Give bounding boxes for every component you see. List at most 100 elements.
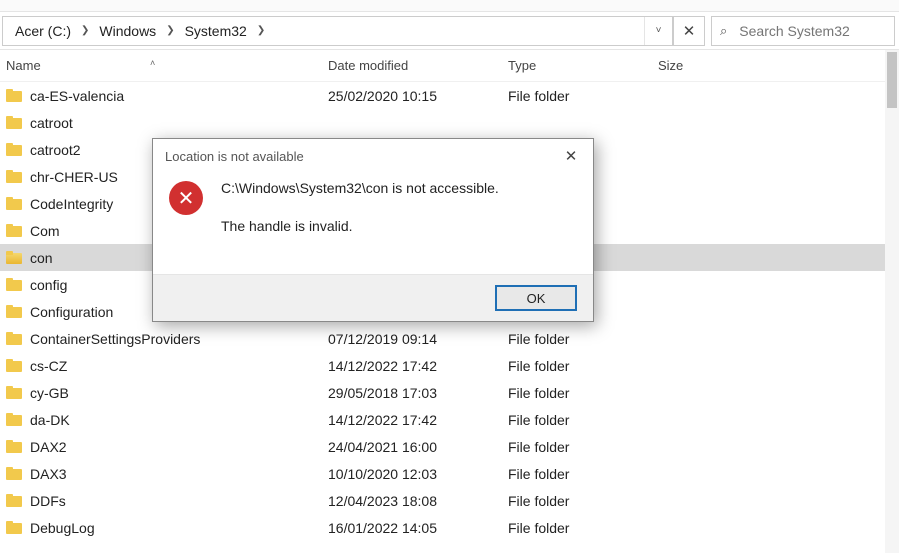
address-bar[interactable]: Acer (C:) ❯ Windows ❯ System32 ❯ ˅ (2, 16, 673, 46)
table-row[interactable]: cy-GB 29/05/2018 17:03File folder (0, 379, 899, 406)
folder-icon (6, 116, 22, 129)
cell-name: DAX2 (0, 439, 320, 455)
table-row[interactable]: DDFs 12/04/2023 18:08File folder (0, 487, 899, 514)
folder-icon (6, 278, 22, 291)
folder-icon (6, 143, 22, 156)
file-name: DDFs (30, 493, 66, 509)
file-name: cy-GB (30, 385, 69, 401)
table-row[interactable]: DAX310/10/2020 12:03File folder (0, 460, 899, 487)
cell-name: DAX3 (0, 466, 320, 482)
vertical-scrollbar[interactable] (885, 50, 899, 553)
address-row: Acer (C:) ❯ Windows ❯ System32 ❯ ˅ ✕ ⌕ (0, 12, 899, 50)
file-name: da-DK (30, 412, 70, 428)
cell-name: ca-ES-valencia (0, 88, 320, 104)
folder-icon (6, 359, 22, 372)
cell-date: 24/04/2021 16:00 (320, 439, 500, 455)
cell-type: File folder (500, 439, 650, 455)
file-name: con (30, 250, 53, 266)
sort-indicator-icon: ˄ (150, 58, 155, 68)
file-name: catroot (30, 115, 73, 131)
folder-icon (6, 440, 22, 453)
folder-icon (6, 413, 22, 426)
cell-date: 07/12/2019 09:14 (320, 331, 500, 347)
folder-icon (6, 197, 22, 210)
error-icon: ✕ (169, 181, 203, 215)
dialog-text: C:\Windows\System32\con is not accessibl… (221, 179, 499, 254)
table-row[interactable]: ca-ES-valencia 25/02/2020 10:15File folde… (0, 82, 899, 109)
cell-date: 12/04/2023 18:08 (320, 493, 500, 509)
cell-name: catroot (0, 115, 320, 131)
cell-name: DebugLog (0, 520, 320, 536)
dialog-button-row: OK (153, 274, 593, 321)
chevron-right-icon[interactable]: ❯ (253, 25, 269, 36)
folder-icon (6, 251, 22, 264)
dialog-line2: The handle is invalid. (221, 217, 499, 237)
dialog-body: ✕ C:\Windows\System32\con is not accessi… (153, 173, 593, 274)
file-name: chr-CHER-US (30, 169, 118, 185)
cell-type: File folder (500, 385, 650, 401)
cell-type: File folder (500, 412, 650, 428)
table-row[interactable]: ContainerSettingsProviders 07/12/2019 09:… (0, 325, 899, 352)
file-name: DebugLog (30, 520, 95, 536)
cell-type: File folder (500, 493, 650, 509)
search-box[interactable]: ⌕ (711, 16, 895, 46)
cell-name: da-DK (0, 412, 320, 428)
folder-icon (6, 521, 22, 534)
file-name: Com (30, 223, 60, 239)
address-history-dropdown[interactable]: ˅ (644, 17, 672, 45)
cell-name: cs-CZ (0, 358, 320, 374)
file-name: catroot2 (30, 142, 81, 158)
folder-icon (6, 305, 22, 318)
file-name: ContainerSettingsProviders (30, 331, 200, 347)
chevron-right-icon[interactable]: ❯ (162, 25, 178, 36)
cell-type: File folder (500, 88, 650, 104)
file-name: DAX2 (30, 439, 67, 455)
breadcrumb-item[interactable]: System32 (179, 23, 253, 39)
table-row[interactable]: DebugLog16/01/2022 14:05File folder (0, 514, 899, 541)
cell-name: cy-GB (0, 385, 320, 401)
breadcrumb-item[interactable]: Acer (C:) (9, 23, 77, 39)
column-header-date[interactable]: Date modified (320, 52, 500, 79)
error-dialog: Location is not available ✕ ✕ C:\Windows… (152, 138, 594, 322)
table-row[interactable]: cs-CZ14/12/2022 17:42File folder (0, 352, 899, 379)
close-nav-button[interactable]: ✕ (673, 16, 705, 46)
file-name: cs-CZ (30, 358, 67, 374)
cell-date: 14/12/2022 17:42 (320, 412, 500, 428)
folder-icon (6, 467, 22, 480)
cell-name: ContainerSettingsProviders (0, 331, 320, 347)
table-row[interactable]: DAX2 24/04/2021 16:00File folder (0, 433, 899, 460)
folder-icon (6, 332, 22, 345)
ok-button[interactable]: OK (495, 285, 577, 311)
cell-date: 25/02/2020 10:15 (320, 88, 500, 104)
folder-icon (6, 494, 22, 507)
dialog-title: Location is not available (165, 149, 304, 164)
folder-icon (6, 224, 22, 237)
ribbon-remnant (0, 0, 899, 12)
dialog-line1: C:\Windows\System32\con is not accessibl… (221, 179, 499, 199)
dialog-titlebar[interactable]: Location is not available ✕ (153, 139, 593, 173)
cell-type: File folder (500, 520, 650, 536)
close-icon[interactable]: ✕ (551, 141, 591, 171)
cell-date: 29/05/2018 17:03 (320, 385, 500, 401)
column-header-size[interactable]: Size (650, 52, 730, 79)
folder-icon (6, 170, 22, 183)
cell-date: 10/10/2020 12:03 (320, 466, 500, 482)
file-name: CodeIntegrity (30, 196, 113, 212)
chevron-right-icon[interactable]: ❯ (77, 25, 93, 36)
cell-name: DDFs (0, 493, 320, 509)
folder-icon (6, 386, 22, 399)
column-header-type[interactable]: Type (500, 52, 650, 79)
file-name: Configuration (30, 304, 113, 320)
file-name: ca-ES-valencia (30, 88, 124, 104)
file-name: config (30, 277, 67, 293)
search-input[interactable] (737, 22, 899, 40)
table-row[interactable]: catroot (0, 109, 899, 136)
cell-type: File folder (500, 358, 650, 374)
folder-icon (6, 89, 22, 102)
cell-type: File folder (500, 331, 650, 347)
column-header-name[interactable]: Name ˄ (0, 52, 320, 79)
cell-type: File folder (500, 466, 650, 482)
scroll-thumb[interactable] (887, 52, 897, 108)
table-row[interactable]: da-DK 14/12/2022 17:42File folder (0, 406, 899, 433)
breadcrumb-item[interactable]: Windows (93, 23, 162, 39)
